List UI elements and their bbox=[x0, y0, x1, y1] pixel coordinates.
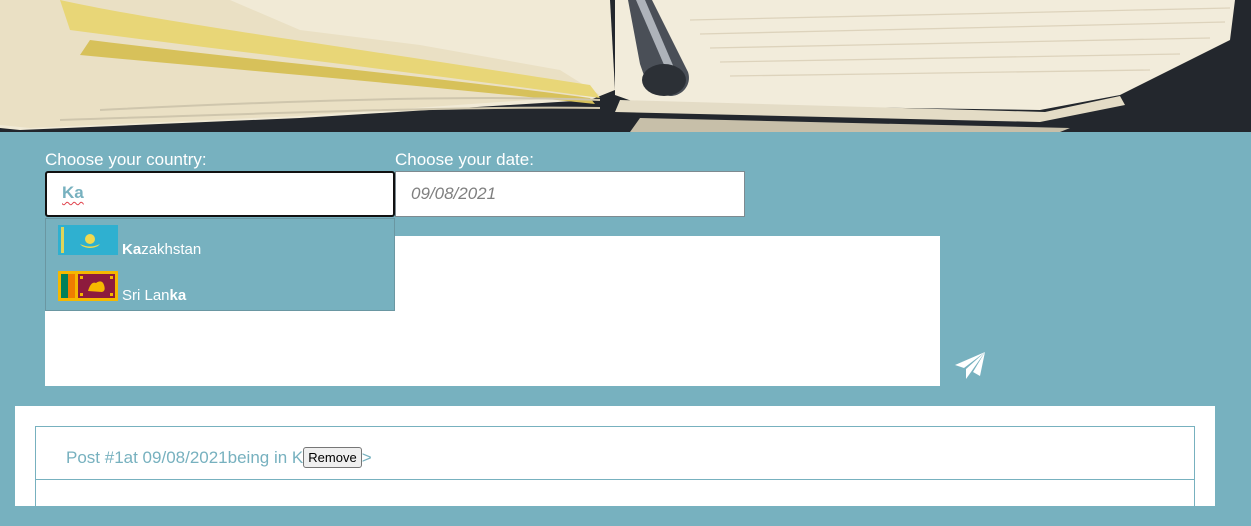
country-autocomplete-list: Kazakhstan Sri Lanka bbox=[45, 218, 395, 311]
date-label: Choose your date: bbox=[395, 150, 534, 169]
post-card: Post #1at 09/08/2021being in K Remove > bbox=[35, 426, 1195, 526]
post-divider bbox=[36, 479, 1194, 480]
post-trailing: > bbox=[361, 448, 372, 467]
post-title: Post #1 bbox=[66, 448, 124, 467]
post-place: being in K bbox=[227, 448, 304, 467]
autocomplete-item-kazakhstan[interactable]: Kazakhstan bbox=[58, 225, 388, 265]
kazakhstan-flag-icon bbox=[58, 225, 118, 255]
posts-container: Post #1at 09/08/2021being in K Remove > bbox=[15, 406, 1215, 526]
hero-image bbox=[0, 0, 1251, 132]
send-button[interactable] bbox=[954, 351, 986, 381]
post-header: Post #1at 09/08/2021being in K Remove > bbox=[66, 446, 372, 468]
post-date: at 09/08/2021 bbox=[123, 448, 228, 467]
country-input-value: Ka bbox=[62, 183, 84, 202]
sri-lanka-flag-icon bbox=[58, 271, 118, 301]
paper-plane-icon bbox=[955, 352, 985, 379]
date-input[interactable] bbox=[395, 171, 745, 217]
country-input[interactable] bbox=[45, 171, 395, 217]
country-label: Choose your country: bbox=[45, 150, 207, 169]
remove-post-button[interactable]: Remove bbox=[303, 446, 362, 468]
autocomplete-item-sri-lanka[interactable]: Sri Lanka bbox=[58, 271, 388, 311]
